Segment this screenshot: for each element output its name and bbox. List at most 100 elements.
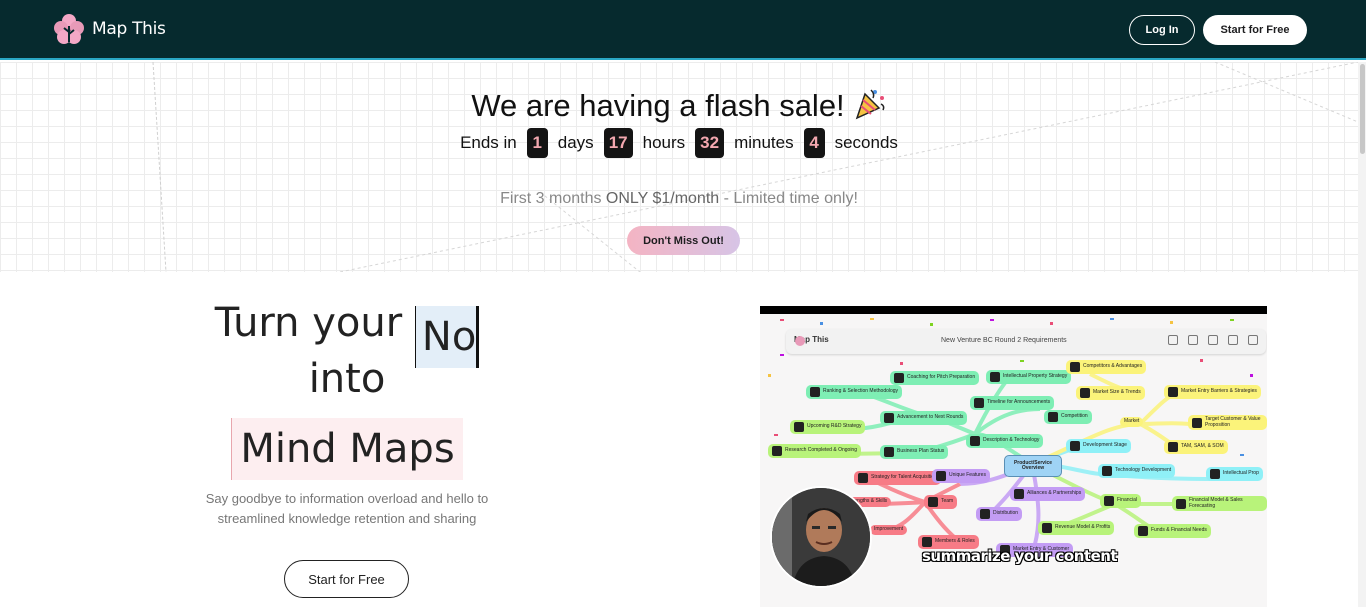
mindmap-node: Revenue Model & Profits [1038,521,1115,535]
mindmap-node: Competitors & Advantages [1066,360,1147,374]
mindmap-node: Development Stage [1066,439,1131,453]
promo-suffix: - Limited time only! [719,190,858,207]
mindmap-node-label: Description & Technology [983,437,1040,444]
mindmap-node: Timeline for Announcements [970,396,1055,410]
mindmap-node-icon [1070,441,1080,451]
presenter-avatar [770,486,872,588]
hero-line1-prefix: Turn your [214,300,415,346]
mindmap-node-label: Upcoming R&D Strategy [807,423,862,430]
promo-price: ONLY $1/month [605,190,720,207]
demo-video[interactable]: Map This New Venture BC Round 2 Requirem… [760,306,1267,607]
minutes-counter: 32 [695,128,725,158]
mindmap-node: Unique Features [932,469,990,483]
flash-sale-banner: We are having a flash sale! Ends in 1 da… [0,62,1358,272]
mindmap-node: Intellectual Prop [1206,467,1263,481]
mindmap-node-label: Financial [1117,497,1138,504]
minutes-label: minutes [734,133,794,152]
mindmap-node-label: Coaching for Pitch Preparation [907,374,976,381]
mindmap-node-icon [884,413,894,423]
mindmap-node-label: Competitors & Advantages [1083,363,1143,370]
ends-in-label: Ends in [460,133,517,152]
copy-icon [1168,335,1178,345]
hero-subtitle-line1: Say goodbye to information overload and … [205,491,489,506]
mindmap-node-icon [1048,412,1058,422]
mindmap-node: Distribution [976,507,1023,521]
mindmap-node-icon [1168,442,1178,452]
mindmap-node-icon [1210,469,1220,479]
mindmap-node-label: TAM, SAM, & SOM [1181,443,1224,450]
nav-start-free-button[interactable]: Start for Free [1203,15,1307,45]
mindmap-node-icon [1080,388,1090,398]
flower-logo-icon [52,12,86,46]
hero-start-free-button[interactable]: Start for Free [284,560,409,598]
mindmap-node-label: Timeline for Announcements [987,399,1051,406]
upload-icon [1228,335,1238,345]
mindmap-node-label: Business Plan Status [897,448,945,455]
seconds-counter: 4 [803,128,825,158]
mindmap-node-icon [810,387,820,397]
mindmap-node: Upcoming R&D Strategy [790,420,866,434]
mindmap-node-label: Market [1124,418,1140,424]
mindmap-node-icon [974,398,984,408]
mindmap-node: Financial Model & Sales Forecasting [1172,496,1267,511]
mindmap-node-label: Strategy for Talent Acquisition [871,474,937,481]
mindmap-node-label: Ranking & Selection Methodology [823,388,899,395]
hours-label: hours [642,133,686,152]
scrollbar-thumb[interactable] [1360,64,1365,154]
mindmap-node-label: Target Customer & Value Proposition [1205,416,1261,428]
mindmap-node-icon [884,447,894,457]
presenter-face-icon [772,488,870,586]
export-icon [1208,335,1218,345]
app-logo-icon [795,336,805,346]
mindmap-node-label: Market Size & Trends [1093,389,1141,396]
days-label: days [557,133,594,152]
mindmap-node-label: Unique Features [949,472,986,479]
mindmap-node-icon [990,372,1000,382]
mindmap-node-label: Revenue Model & Profits [1055,524,1111,531]
app-window-bar: Map This New Venture BC Round 2 Requirem… [786,329,1266,354]
mindmap-node: Team [924,495,958,509]
mindmap-node-icon [928,497,938,507]
days-counter: 1 [526,128,548,158]
mindmap-node-label: Funds & Financial Needs [1151,527,1207,534]
mindmap-node-icon [1176,498,1186,509]
flash-sale-title-text: We are having a flash sale! [471,88,845,123]
document-title: New Venture BC Round 2 Requirements [941,337,1067,344]
share-icon [1188,335,1198,345]
app-toolbar-icons [1168,335,1258,345]
mindmap-node-label: Distribution [993,510,1019,517]
mindmap-node: Competition [1044,410,1092,424]
seconds-label: seconds [834,133,898,152]
mindmap-node: Description & Technology [966,434,1044,448]
mindmap-node-icon [1104,496,1114,506]
mindmap-node: Alliances & Partnerships [1010,487,1086,501]
countdown-timer: Ends in 1 days 17 hours 32 minutes 4 sec… [0,128,1358,158]
app-logo: Map This [794,335,829,346]
mindmap-node: Funds & Financial Needs [1134,524,1211,538]
mindmap-node: Technology Development [1098,464,1176,478]
dont-miss-out-button[interactable]: Don't Miss Out! [627,226,740,255]
mindmap-node-icon [1014,489,1024,499]
mindmap-node: Market [1120,417,1144,427]
mindmap-node-label: Team [941,498,954,505]
mindmap-node-icon [1102,466,1112,476]
mindmap-node-icon [858,473,868,483]
mindmap-node: Intellectual Property Strategy [986,370,1072,384]
mindmap-node: Market Size & Trends [1076,386,1145,400]
mindmap-node-icon [772,446,782,456]
mindmap-node-label: Advancement to Next Rounds [897,414,964,421]
mindmap-node-label: Financial Model & Sales Forecasting [1189,497,1243,509]
mindmap-node-label: Improvement [874,526,904,532]
mindmap-node-label: Development Stage [1083,442,1127,449]
brand-logo[interactable]: Map This [52,12,166,46]
login-button[interactable]: Log In [1129,15,1195,45]
hero-headline-line2: into [308,356,386,402]
page-scrollbar[interactable] [1358,62,1366,607]
hero-headline-line3: Mind Maps [0,412,694,480]
party-popper-icon [851,86,887,122]
mindmap-node-label: Intellectual Prop [1223,470,1259,477]
mindmap-node-icon [1138,526,1148,536]
mindmap-node-label: Intellectual Property Strategy [1003,373,1068,380]
mindmap-node: Business Plan Status [880,445,949,459]
mindmap-node: Advancement to Next Rounds [880,411,968,425]
